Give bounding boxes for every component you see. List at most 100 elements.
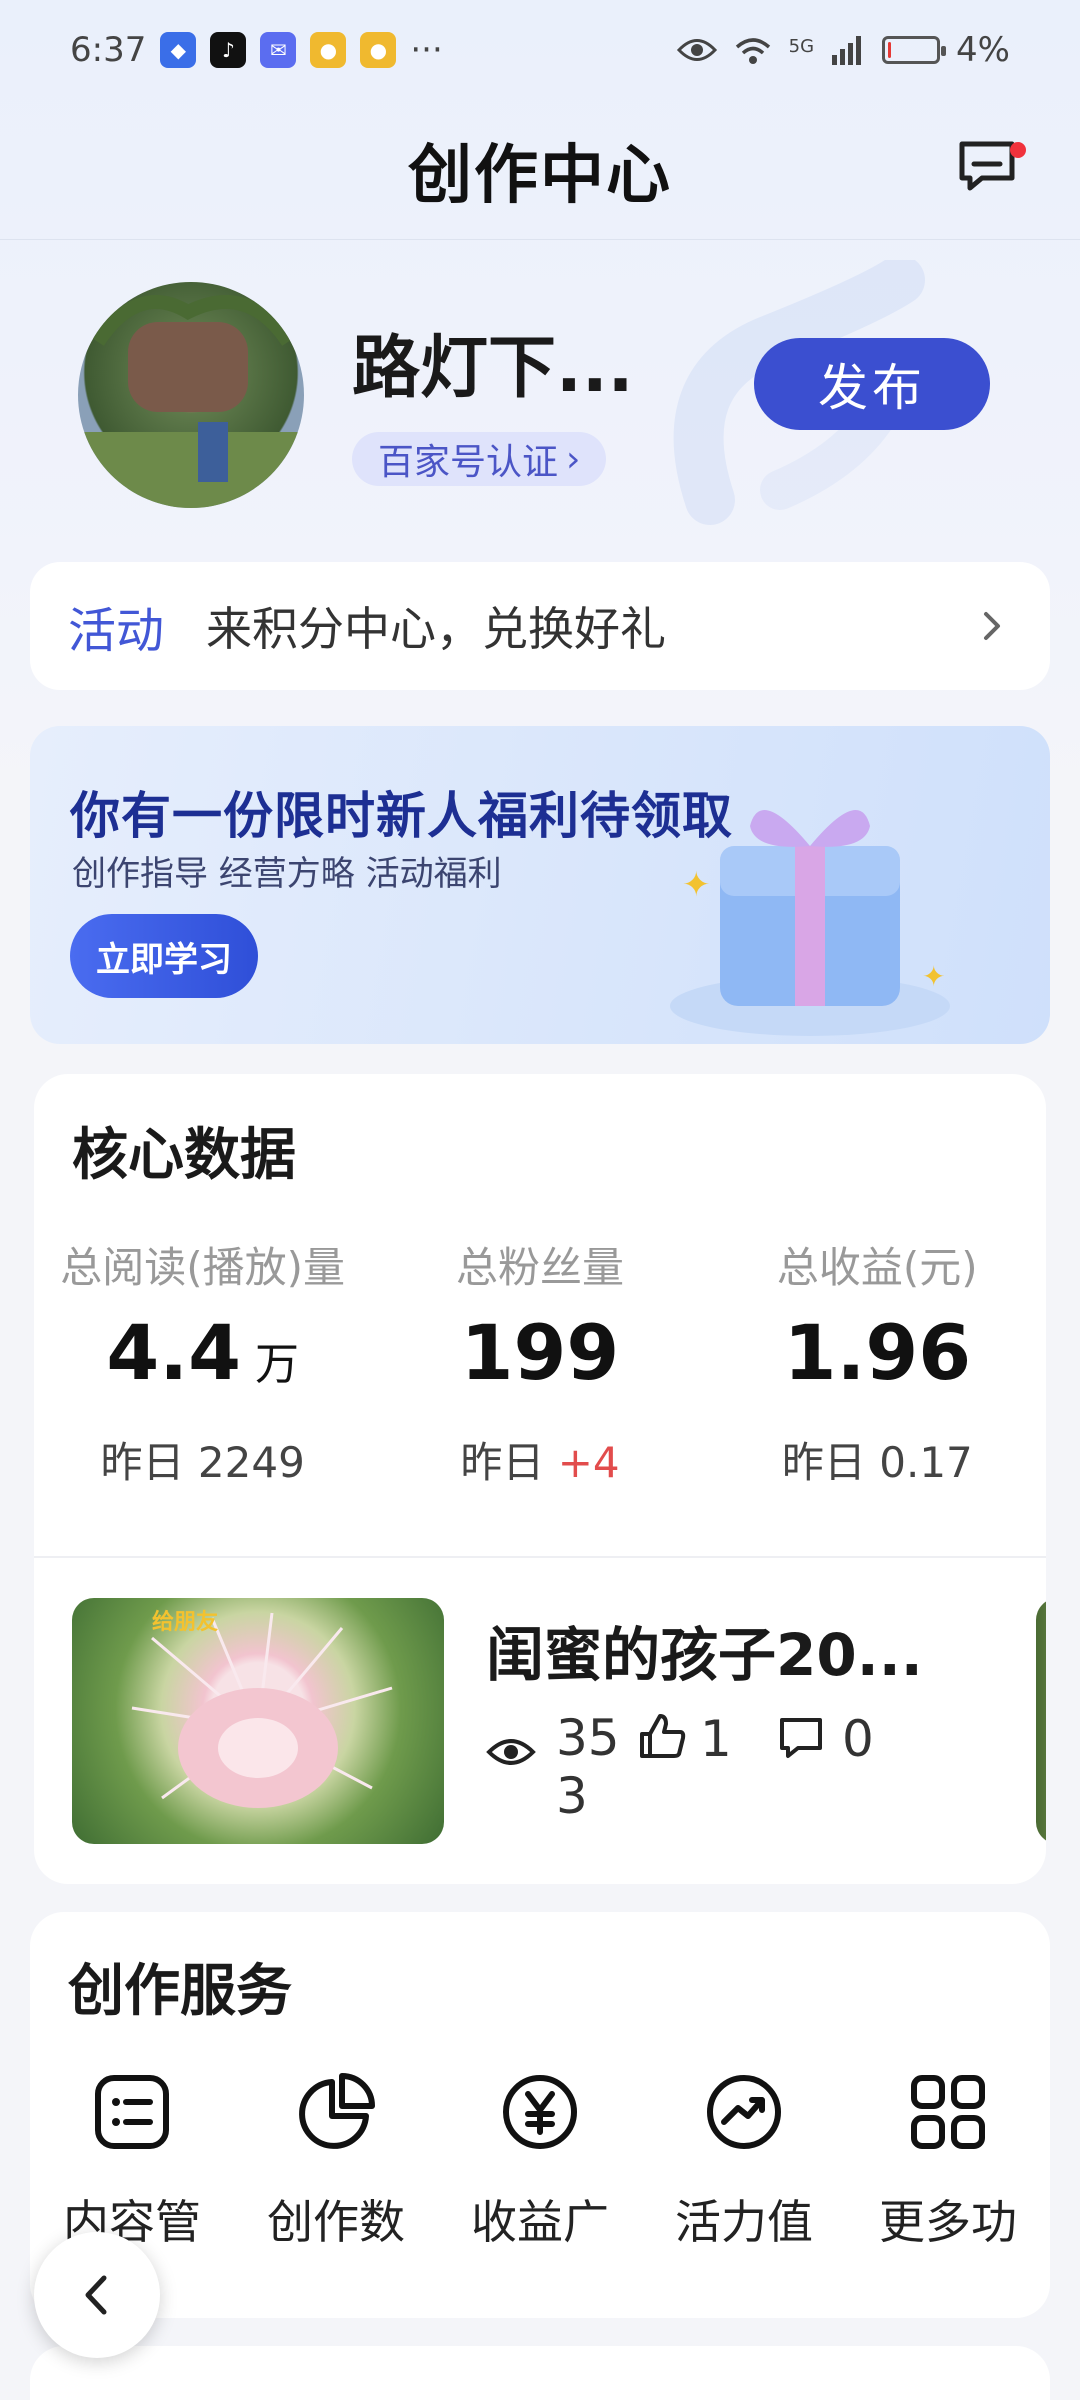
stats-row: 总阅读(播放)量 4.4 万 昨日 2249 总粉丝量 199 昨日 +4 总收… (34, 1234, 1046, 1494)
creator-center-page: 6:37 ◆ ♪ ✉ ● ● ··· 5G 4% 创作中心 路灯下... 百家号… (0, 0, 1080, 2400)
newcomer-benefit-banner[interactable]: 你有一份限时新人福利待领取 创作指导 经营方略 活动福利 立即学习 ✦ ✦ (30, 726, 1050, 1044)
stat-label: 总阅读(播放)量 (60, 1243, 346, 1292)
next-section-card (30, 2346, 1050, 2400)
learn-now-button[interactable]: 立即学习 (70, 914, 258, 998)
stat-unit: 万 (254, 1339, 299, 1390)
status-bar: 6:37 ◆ ♪ ✉ ● ● ··· 5G 4% (0, 0, 1080, 100)
tiktok-app-icon: ♪ (210, 32, 247, 68)
stat-value: 199 (371, 1315, 708, 1391)
divider (34, 1556, 1046, 1558)
activity-bar[interactable]: 活动 来积分中心，兑换好礼 (30, 562, 1050, 690)
yesterday-value: 2249 (197, 1438, 305, 1487)
stat-value: 1.96 (709, 1315, 1046, 1391)
baijiahao-verify-badge[interactable]: 百家号认证 › (352, 432, 607, 486)
battery-level (888, 42, 892, 58)
thumbnail-overlay-text: 给朋友 (152, 1610, 219, 1635)
comments-count: 0 (842, 1710, 874, 1768)
next-article-thumbnail[interactable] (1036, 1598, 1046, 1844)
network-type-label: 5G (788, 36, 815, 57)
article-thumbnail: 给朋友 (72, 1598, 444, 1844)
stat-total-reads[interactable]: 总阅读(播放)量 4.4 万 昨日 2249 (34, 1234, 371, 1494)
services-title: 创作服务 (68, 1959, 292, 2024)
thumbs-up-icon (640, 1714, 686, 1758)
views-number-wrap: 3 (556, 1766, 588, 1825)
signal-icon (832, 36, 862, 65)
yesterday-value: +4 (557, 1438, 620, 1487)
service-content-management[interactable]: 内容管 (30, 2072, 234, 2252)
chevron-left-icon (85, 2275, 107, 2315)
service-label: 更多功 (879, 2195, 1017, 2249)
browser-app-icon: ● (310, 32, 347, 68)
shield-app-icon: ◆ (160, 32, 197, 68)
yesterday-label: 昨日 (781, 1438, 866, 1487)
grid-icon (911, 2075, 985, 2149)
verify-label: 百家号认证 (378, 442, 559, 483)
publish-button[interactable]: 发布 (754, 338, 990, 430)
activity-tag: 活动 (68, 603, 165, 659)
banner-title: 你有一份限时新人福利待领取 (70, 787, 733, 845)
status-right: 5G 4% (676, 30, 1010, 70)
profile-section: 路灯下... 百家号认证 › 发布 (0, 240, 1080, 560)
trend-icon (707, 2075, 781, 2149)
core-data-card: 核心数据 总阅读(播放)量 4.4万 昨日 2249 总粉丝量 199 昨日 (34, 1074, 1046, 1884)
activity-text: 来积分中心，兑换好礼 (206, 602, 667, 656)
status-left: 6:37 ◆ ♪ ✉ ● ● ··· (70, 30, 443, 70)
gift-box-icon: ✦ ✦ (670, 810, 950, 1036)
header: 创作中心 (0, 100, 1080, 240)
article-title: 闺蜜的孩子20... (486, 1621, 923, 1689)
back-button[interactable] (34, 2232, 160, 2358)
article-item[interactable]: 给朋友 闺蜜的孩子20... 35 3 1 0 (72, 1598, 1046, 1848)
banner-subtitle: 创作指导 经营方略 活动福利 (72, 854, 502, 894)
yesterday-label: 昨日 (100, 1438, 185, 1487)
views-number: 35 (556, 1709, 620, 1767)
stat-label: 总粉丝量 (455, 1243, 624, 1292)
stat-yesterday: 昨日 2249 (34, 1429, 371, 1490)
comment-icon (780, 1718, 822, 1758)
battery-percent: 4% (956, 30, 1010, 70)
stat-value: 4.4 万 (34, 1315, 371, 1391)
unread-dot (1010, 142, 1026, 158)
service-label: 活力值 (675, 2195, 813, 2249)
wifi-icon (735, 38, 770, 64)
service-income[interactable]: 收益广 (438, 2072, 642, 2252)
svg-text:✦: ✦ (922, 960, 945, 993)
battery-icon (882, 36, 947, 64)
chevron-right-icon (984, 612, 1000, 640)
messages-button[interactable] (952, 130, 1026, 200)
yesterday-value: 0.17 (879, 1438, 973, 1487)
eye-icon (676, 39, 717, 61)
browser-app-icon-2: ● (360, 32, 397, 68)
svg-text:✦: ✦ (682, 865, 711, 905)
more-notifications-icon: ··· (410, 30, 443, 70)
stat-yesterday: 昨日 0.17 (709, 1429, 1046, 1490)
stat-number: 199 (460, 1308, 620, 1397)
stat-total-income[interactable]: 总收益(元) 1.96 昨日 0.17 (709, 1234, 1046, 1494)
stat-total-fans[interactable]: 总粉丝量 199 昨日 +4 (371, 1234, 708, 1494)
service-more[interactable]: 更多功 (846, 2072, 1050, 2252)
services-grid: 内容管 创作数 收益广 活力值 更多功 (30, 2072, 1050, 2252)
yuan-icon (503, 2075, 577, 2149)
stat-label: 总收益(元) (776, 1243, 978, 1292)
message-icon (959, 141, 1015, 191)
views-count: 35 3 (556, 1709, 636, 1825)
service-vitality[interactable]: 活力值 (642, 2072, 846, 2252)
avatar-photo (78, 295, 304, 508)
page-title: 创作中心 (408, 138, 672, 213)
creation-services-card: 创作服务 内容管 创作数 收益广 活力值 更多功 (30, 1912, 1050, 2318)
article-stats: 35 3 1 0 (486, 1709, 874, 1825)
likes-count: 1 (700, 1710, 732, 1768)
service-creation-data[interactable]: 创作数 (234, 2072, 438, 2252)
pie-chart-icon (299, 2073, 375, 2149)
mail-app-icon: ✉ (260, 32, 297, 68)
stat-yesterday: 昨日 +4 (371, 1429, 708, 1490)
user-name[interactable]: 路灯下... (352, 312, 634, 411)
service-label: 创作数 (267, 2195, 405, 2249)
status-time: 6:37 (70, 30, 147, 70)
core-data-title: 核心数据 (72, 1123, 296, 1188)
yesterday-label: 昨日 (460, 1438, 545, 1487)
stat-number: 4.4 (106, 1308, 241, 1397)
avatar[interactable] (78, 282, 304, 508)
chevron-right-icon: › (566, 438, 581, 480)
stat-number: 1.96 (783, 1308, 972, 1397)
service-label: 收益广 (471, 2195, 609, 2249)
